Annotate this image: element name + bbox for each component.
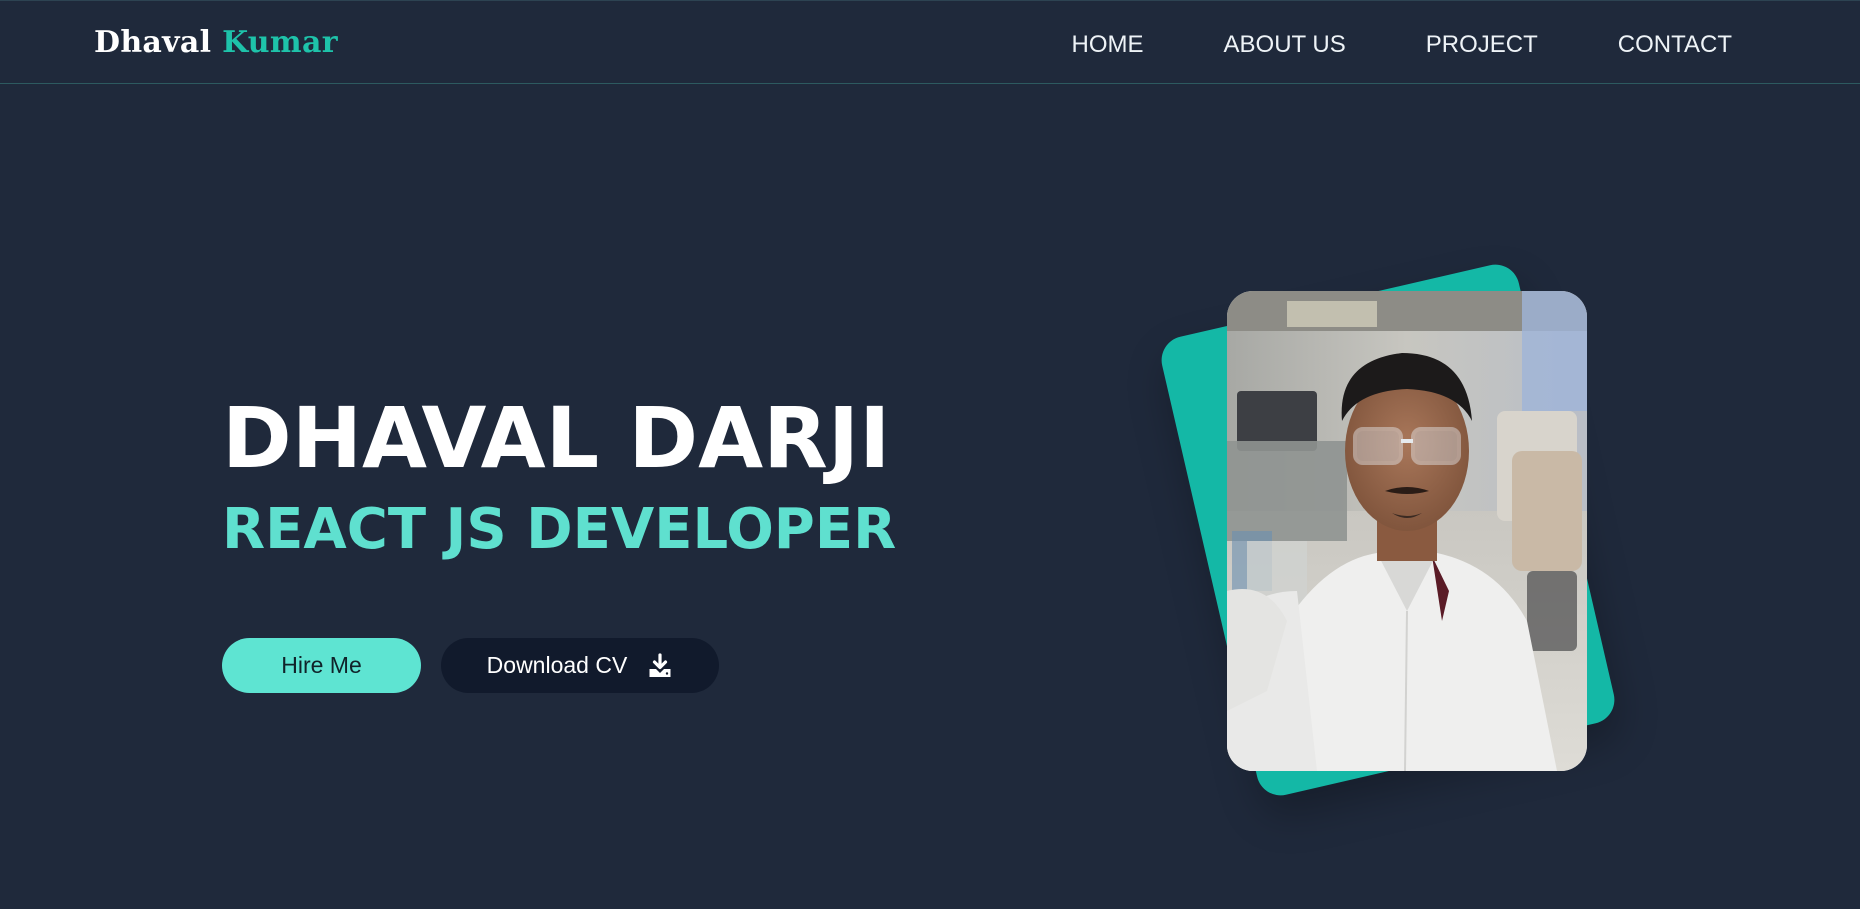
profile-photo-group [1150,240,1670,820]
download-cv-label: Download CV [486,652,628,678]
nav-contact[interactable]: CONTACT [1618,27,1732,63]
site-logo[interactable]: Dhaval Kumar [94,23,338,63]
nav-home[interactable]: HOME [1072,27,1144,63]
hire-me-button[interactable]: Hire Me [222,638,421,693]
logo-last-name: Kumar [222,25,338,60]
hero-name: DHAVAL DARJI [222,389,891,487]
nav-about-us[interactable]: ABOUT US [1224,27,1346,63]
main-nav: HOME ABOUT US PROJECT CONTACT [992,27,1732,63]
download-cv-button[interactable]: Download CV [441,638,719,693]
page: Dhaval Kumar HOME ABOUT US PROJECT CONTA… [0,0,1860,909]
logo-first-name: Dhaval [94,25,212,60]
hero-role: REACT JS DEVELOPER [222,497,897,562]
nav-project[interactable]: PROJECT [1426,27,1538,63]
profile-photo [1227,291,1587,771]
download-icon [647,652,673,679]
navbar: Dhaval Kumar HOME ABOUT US PROJECT CONTA… [0,0,1860,84]
hire-me-label: Hire Me [281,652,362,678]
